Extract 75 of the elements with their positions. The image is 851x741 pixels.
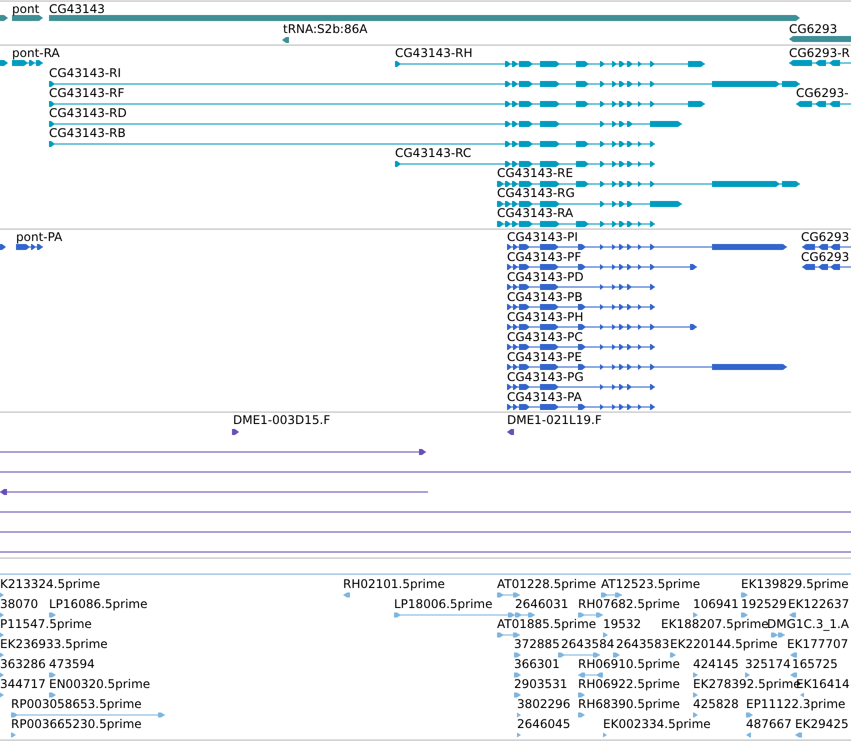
feature-label: pont-PA: [16, 230, 62, 244]
feature-label: CG43143-RF: [49, 86, 124, 100]
feature-label: EK122637: [788, 597, 850, 611]
feature-label: CG6293: [801, 230, 850, 244]
feature-label: 192529: [741, 597, 787, 611]
feature-label: 2903531: [514, 677, 568, 691]
feature-label: EK002334.5prime: [603, 717, 711, 731]
feature-label: CG43143-PH: [507, 310, 584, 324]
feature-label: EN00320.5prime: [49, 677, 150, 691]
feature-label: CG43143-RC: [395, 146, 472, 160]
feature-label: CG43143-PI: [507, 230, 578, 244]
feature-label: 473594: [49, 657, 95, 671]
feature-label: 106941: [693, 597, 739, 611]
feature-label: LP16086.5prime: [49, 597, 148, 611]
feature-label: 19532: [603, 617, 642, 631]
feature-label: 2646045: [517, 717, 570, 731]
feature-label: AT12523.5prime: [601, 577, 700, 591]
feature-label: CG43143-RD: [49, 106, 127, 120]
feature-label: 344717: [0, 677, 46, 691]
feature-label: 3802296: [517, 697, 570, 711]
feature-label: EK220144.5prime: [670, 637, 778, 651]
feature-label: EK177707: [787, 637, 848, 651]
feature-label: CG43143-PC: [507, 330, 583, 344]
feature-label: 425828: [693, 697, 739, 711]
feature-label: 487667: [746, 717, 792, 731]
feature-label: RH68390.5prime: [578, 697, 680, 711]
feature-label: CG43143-PA: [507, 390, 582, 404]
feature-label: DME1-003D15.F: [233, 413, 330, 427]
feature-label: RH02101.5prime: [343, 577, 445, 591]
feature-label: 38070: [0, 597, 38, 611]
feature-label: DME1-021L19.F: [507, 413, 602, 427]
feature-label: 2643584: [561, 637, 614, 651]
feature-label: AT01228.5prime: [497, 577, 596, 591]
feature-label: CG43143-RI: [49, 66, 122, 80]
feature-label: RH07682.5prime: [578, 597, 680, 611]
feature-label: 363286: [0, 657, 46, 671]
feature-label: RH06922.5prime: [578, 677, 680, 691]
feature-label: CG6293-: [796, 86, 849, 100]
feature-label: EP11122.3prime: [746, 697, 846, 711]
feature-label: pont-RA: [12, 46, 60, 60]
feature-label: CG43143-PD: [507, 270, 584, 284]
feature-label: EK29425: [795, 717, 849, 731]
feature-label: CG6293: [789, 22, 838, 36]
feature-label: CG43143-RA: [497, 206, 574, 220]
feature-label: 366301: [514, 657, 560, 671]
feature-label: CG6293-R: [789, 46, 850, 60]
feature-label: CG43143-PE: [507, 350, 582, 364]
feature-label: CG43143-RH: [395, 46, 473, 60]
feature-label: CG6293: [801, 250, 850, 264]
feature-label: CG43143-PF: [507, 250, 582, 264]
feature-label: 372885: [514, 637, 560, 651]
feature-label: 2646031: [515, 597, 568, 611]
feature-label: RH06910.5prime: [578, 657, 680, 671]
feature-label: DMG1C.3_1.A: [767, 617, 850, 631]
feature-label: CG43143-RB: [49, 126, 126, 140]
feature-label: CG43143-PG: [507, 370, 584, 384]
feature-label: 165725: [792, 657, 838, 671]
feature-label: RP003058653.5prime: [11, 697, 142, 711]
feature-label: 2643583: [616, 637, 670, 651]
feature-label: RP003665230.5prime: [11, 717, 142, 731]
feature-label: tRNA:S2b:86A: [283, 22, 368, 36]
feature-label: EK236933.5prime: [0, 637, 108, 651]
feature-label: LP18006.5prime: [394, 597, 493, 611]
feature-label: pont: [12, 2, 40, 16]
feature-label: K213324.5prime: [0, 577, 100, 591]
feature-label: EK188207.5prime: [661, 617, 769, 631]
feature-label: CG43143-PB: [507, 290, 583, 304]
feature-label: AT01885.5prime: [497, 617, 596, 631]
feature-label: 424145: [693, 657, 739, 671]
feature-label: 325174: [745, 657, 791, 671]
feature-label: EK139829.5prime: [741, 577, 849, 591]
feature-label: CG43143: [49, 2, 105, 16]
feature-label: P11547.5prime: [0, 617, 92, 631]
feature-label: CG43143-RE: [497, 166, 574, 180]
feature-label: CG43143-RG: [497, 186, 575, 200]
